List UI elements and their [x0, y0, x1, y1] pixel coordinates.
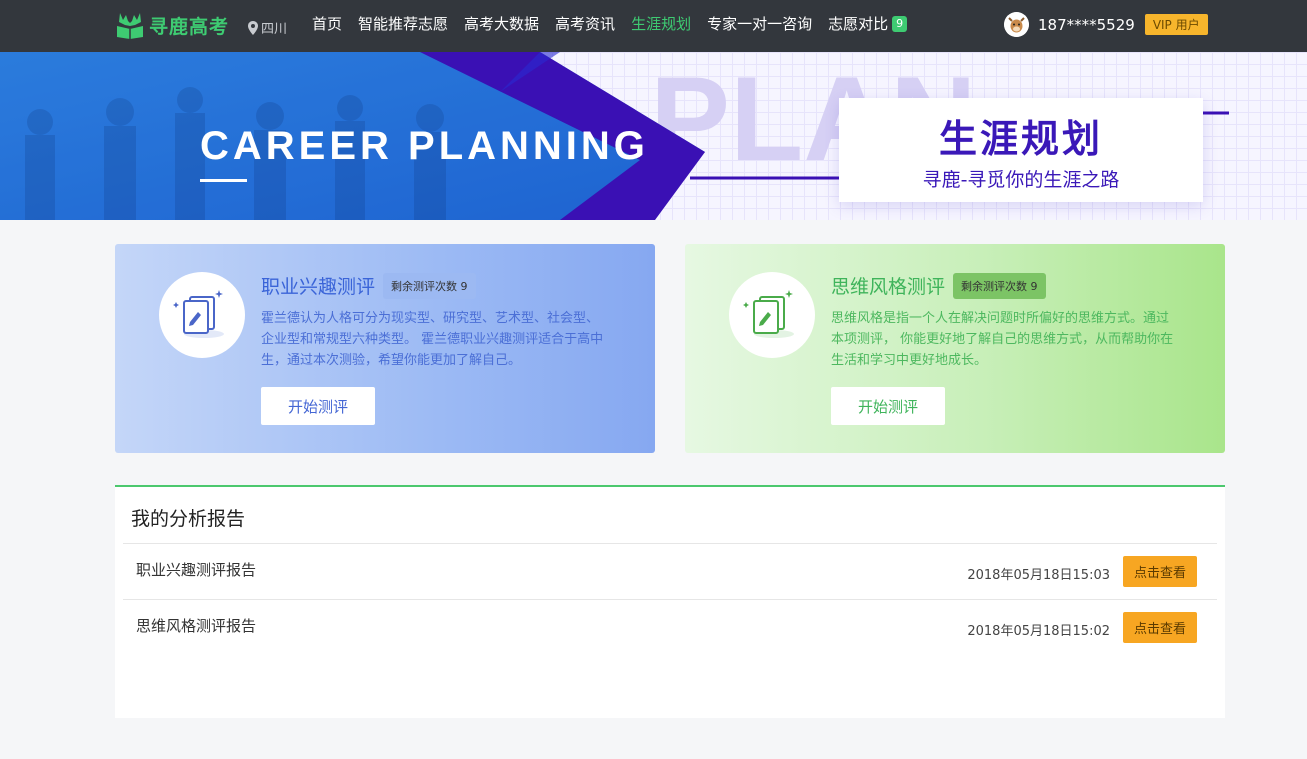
card-icon-circle [159, 272, 245, 358]
menu-item-career-planning[interactable]: 生涯规划 [631, 14, 691, 34]
report-date: 2018年05月18日15:02 [967, 624, 1110, 639]
avatar[interactable] [1004, 12, 1029, 37]
banner-underline [200, 179, 247, 182]
remaining-count-badge: 剩余测评次数 9 [953, 272, 1046, 299]
main-menu: 首页 智能推荐志愿 高考大数据 高考资讯 生涯规划 专家一对一咨询 志愿对比 9 [312, 14, 923, 34]
logo[interactable]: 寻鹿高考 [115, 10, 229, 40]
user-area[interactable]: 187****5529 VIP 用户 [1004, 12, 1208, 37]
report-row: 职业兴趣测评报告 2018年05月18日15:03 点击查看 [123, 543, 1217, 599]
report-name: 思维风格测评报告 [136, 617, 257, 635]
menu-item-home[interactable]: 首页 [312, 14, 342, 34]
report-name: 职业兴趣测评报告 [136, 561, 257, 579]
deer-avatar-icon [1004, 12, 1029, 37]
pencil-document-icon [173, 290, 224, 338]
menu-item-expert-consult[interactable]: 专家一对一咨询 [707, 14, 812, 34]
card-description: 思维风格是指一个人在解决问题时所偏好的思维方式。通过本项测评， 你能更好地了解自… [831, 311, 1174, 368]
career-planning-banner: PLAN CAREER PLANNING 生涯规划 寻鹿-寻觅你的生涯之路 [0, 52, 1307, 220]
thinking-style-card: 思维风格测评 剩余测评次数 9 思维风格是指一个人在解决问题时所偏好的思维方式。… [685, 244, 1225, 453]
card-title-row: 职业兴趣测评 剩余测评次数 9 [261, 272, 476, 299]
menu-item-smart-recommend[interactable]: 智能推荐志愿 [358, 14, 448, 34]
reports-title: 我的分析报告 [131, 508, 246, 530]
banner-subtitle: 寻鹿-寻觅你的生涯之路 [922, 169, 1120, 191]
deer-book-logo-icon [117, 13, 143, 39]
analysis-reports-panel: 我的分析报告 职业兴趣测评报告 2018年05月18日15:03 点击查看 思维… [115, 485, 1225, 718]
pencil-document-icon [743, 290, 794, 338]
user-phone[interactable]: 187****5529 [1038, 16, 1135, 34]
compare-label: 志愿对比 [828, 15, 889, 33]
start-assessment-button[interactable]: 开始测评 [261, 387, 375, 425]
banner-title: 生涯规划 [938, 117, 1103, 161]
logo-text: 寻鹿高考 [149, 15, 230, 38]
card-title: 职业兴趣测评 [261, 276, 376, 298]
remaining-count-badge: 剩余测评次数 9 [383, 272, 476, 299]
menu-item-big-data[interactable]: 高考大数据 [464, 14, 539, 34]
menu-item-news[interactable]: 高考资讯 [555, 14, 615, 34]
view-report-button[interactable]: 点击查看 [1123, 556, 1197, 587]
location-label: 四川 [261, 22, 288, 37]
top-nav: 寻鹿高考 四川 首页 智能推荐志愿 高考大数据 高考资讯 生涯规划 专家一对一咨… [0, 0, 1307, 52]
banner-title-card: 生涯规划 寻鹿-寻觅你的生涯之路 [839, 98, 1203, 202]
menu-item-compare[interactable]: 志愿对比 9 [828, 14, 908, 34]
card-title: 思维风格测评 [831, 276, 946, 298]
report-row: 思维风格测评报告 2018年05月18日15:02 点击查看 [123, 599, 1217, 655]
map-pin-icon [248, 20, 258, 35]
report-date: 2018年05月18日15:03 [967, 568, 1110, 583]
card-description: 霍兰德认为人格可分为现实型、研究型、艺术型、社会型、企业型和常规型六种类型。 霍… [261, 311, 604, 368]
banner-english-title: CAREER PLANNING [200, 124, 649, 168]
vip-badge: VIP 用户 [1144, 14, 1208, 35]
card-icon-circle [729, 272, 815, 358]
location-selector[interactable]: 四川 [248, 18, 287, 37]
career-interest-card: 职业兴趣测评 剩余测评次数 9 霍兰德认为人格可分为现实型、研究型、艺术型、社会… [115, 244, 655, 453]
start-assessment-button[interactable]: 开始测评 [831, 387, 945, 425]
compare-count-badge: 9 [892, 16, 908, 32]
card-title-row: 思维风格测评 剩余测评次数 9 [831, 272, 1046, 299]
view-report-button[interactable]: 点击查看 [1123, 612, 1197, 643]
